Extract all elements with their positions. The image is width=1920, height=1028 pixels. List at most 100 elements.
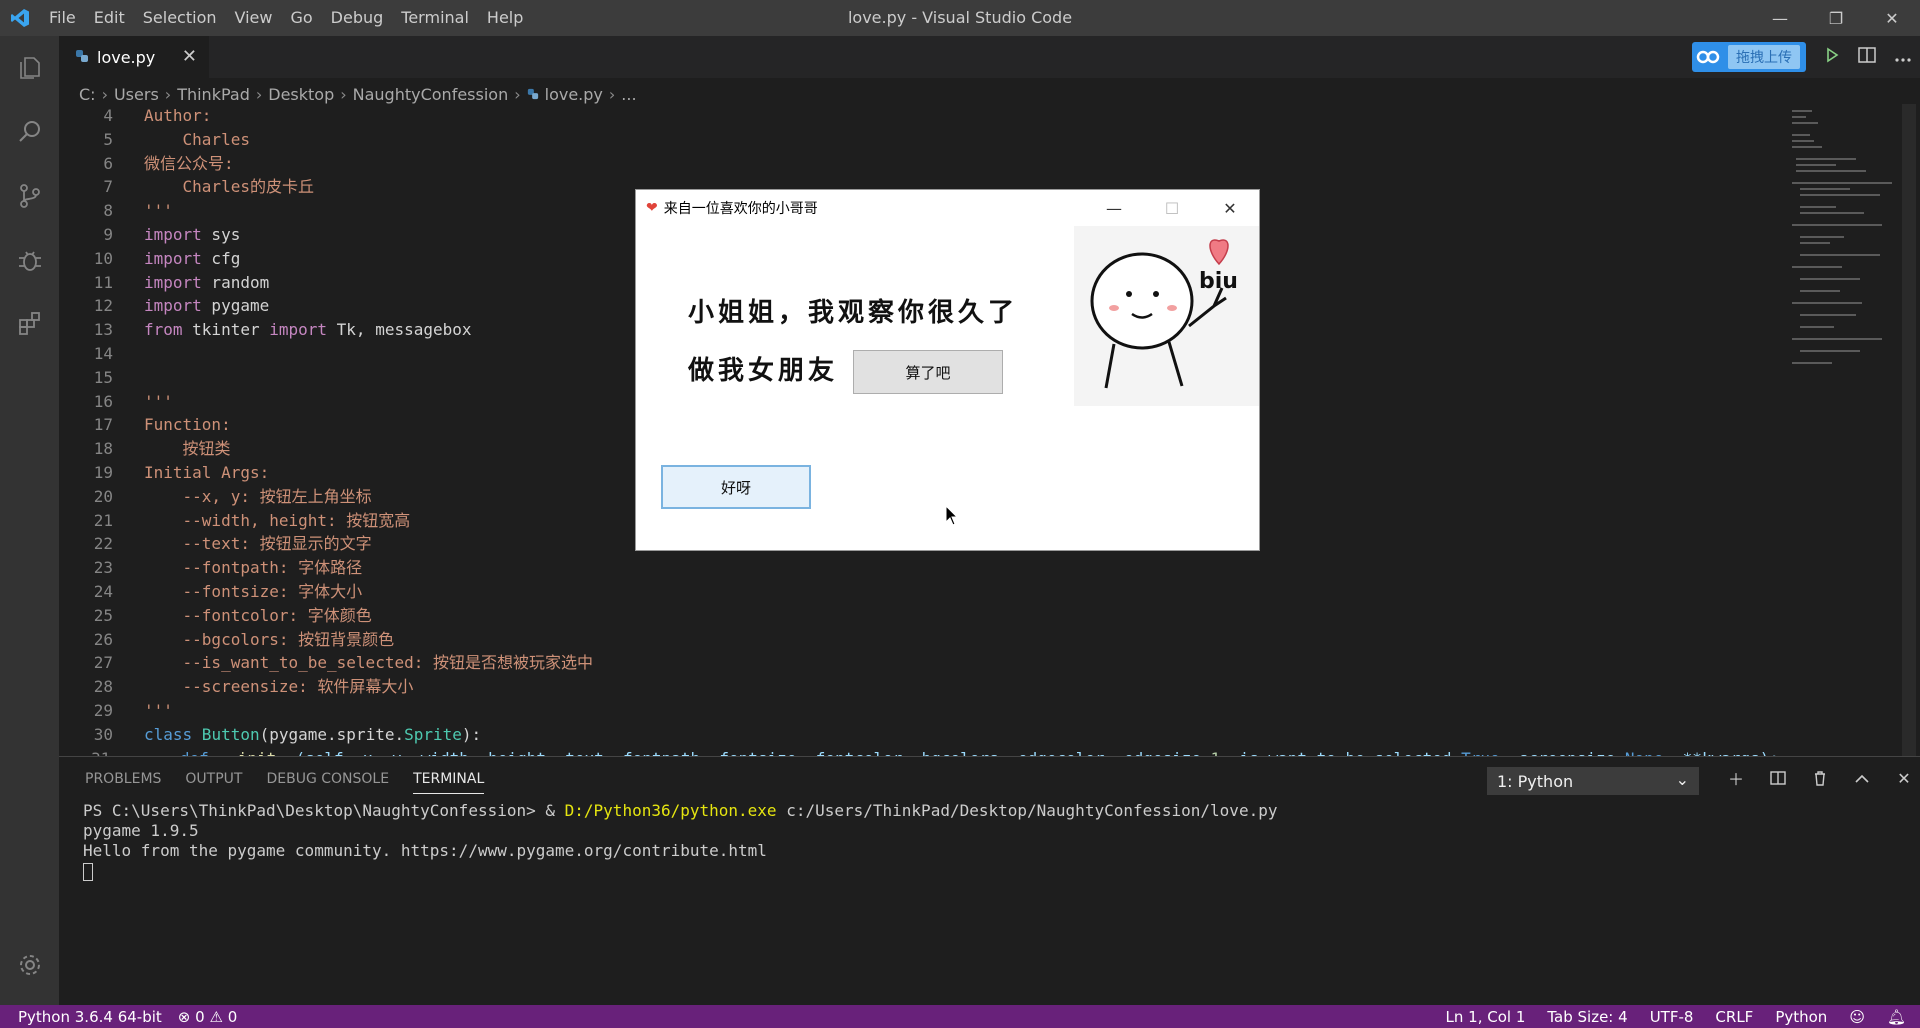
terminal-output[interactable]: PS C:\Users\ThinkPad\Desktop\NaughtyConf… xyxy=(83,801,1277,881)
chevron-right-icon: › xyxy=(101,84,108,104)
breadcrumb-item[interactable]: C: xyxy=(79,85,96,104)
menu-terminal[interactable]: Terminal xyxy=(392,0,478,36)
dialog-controls: — ☐ ✕ xyxy=(1085,190,1259,226)
code-line: 26 --bgcolors: 按钮背景颜色 xyxy=(93,629,395,649)
breadcrumb-item[interactable]: Desktop xyxy=(268,85,334,104)
python-interpreter[interactable]: Python 3.6.4 64-bit xyxy=(18,1008,162,1026)
code-line: 6 微信公众号: xyxy=(103,153,234,173)
menu-selection[interactable]: Selection xyxy=(134,0,226,36)
upload-button[interactable]: 拖拽上传 xyxy=(1692,42,1806,72)
dialog-title-bar: ❤ 来自一位喜欢你的小哥哥 — ☐ ✕ xyxy=(636,190,1259,226)
code-line: 23 --fontpath: 字体路径 xyxy=(93,558,363,578)
warning-icon: ⚠ xyxy=(209,1007,223,1026)
breadcrumb-item[interactable]: NaughtyConfession xyxy=(353,85,509,104)
split-editor-icon[interactable] xyxy=(1858,47,1876,67)
new-terminal-icon[interactable]: ＋ xyxy=(1725,767,1747,789)
dialog-message: 小姐姐，我观察你很久了 xyxy=(688,298,1019,328)
trash-icon[interactable] xyxy=(1809,767,1831,789)
minimize-button[interactable]: — xyxy=(1752,0,1808,36)
confession-dialog: ❤ 来自一位喜欢你的小哥哥 — ☐ ✕ 小姐姐，我观察你很久了 做我女朋友 算了… xyxy=(635,189,1260,551)
cursor-position[interactable]: Ln 1, Col 1 xyxy=(1446,1008,1526,1026)
code-line: 4 Author: xyxy=(103,106,212,125)
upload-label: 拖拽上传 xyxy=(1728,45,1800,69)
notifications-bell-icon[interactable]: 🔔︎ xyxy=(1887,1008,1906,1026)
meme-caption: biu xyxy=(1199,269,1238,294)
encoding[interactable]: UTF-8 xyxy=(1650,1008,1694,1026)
settings-gear-icon[interactable] xyxy=(0,933,59,997)
restore-button[interactable]: ❐ xyxy=(1808,0,1864,36)
tab-close-icon[interactable]: ✕ xyxy=(182,46,197,67)
dialog-title: 来自一位喜欢你的小哥哥 xyxy=(663,201,818,217)
activity-bar xyxy=(0,36,59,1005)
editor-tab-bar: love.py ✕ 拖拽上传 xyxy=(59,36,1920,78)
chevron-right-icon: › xyxy=(514,84,521,104)
breadcrumb-item[interactable]: ThinkPad xyxy=(177,85,250,104)
menu-help[interactable]: Help xyxy=(478,0,532,36)
menu-debug[interactable]: Debug xyxy=(322,0,393,36)
window-controls: — ❐ ✕ xyxy=(1752,0,1920,36)
tab-terminal[interactable]: TERMINAL xyxy=(413,771,485,794)
code-line: 29 ''' xyxy=(93,700,173,720)
menu-view[interactable]: View xyxy=(226,0,282,36)
more-actions-icon[interactable] xyxy=(1894,48,1912,67)
search-icon[interactable] xyxy=(0,100,59,164)
chevron-right-icon: › xyxy=(340,84,347,104)
menu-file[interactable]: File xyxy=(40,0,85,36)
code-line: 31 def __init__(self, x, y, width, heigh… xyxy=(59,747,1779,756)
tab-love-py[interactable]: love.py ✕ xyxy=(59,36,209,78)
problems-indicator[interactable]: ⊗ 0 ⚠ 0 xyxy=(178,1008,237,1026)
dialog-maximize-button[interactable]: ☐ xyxy=(1143,190,1201,226)
end-of-line[interactable]: CRLF xyxy=(1715,1008,1753,1026)
title-bar: File Edit Selection View Go Debug Termin… xyxy=(0,0,1920,36)
panel-actions: ＋ ✕ xyxy=(1725,767,1915,790)
baidu-cloud-icon xyxy=(1696,50,1720,64)
split-terminal-icon[interactable] xyxy=(1767,767,1789,789)
breadcrumb-item[interactable]: love.py xyxy=(545,85,603,104)
biu-meme-image: biu xyxy=(1074,226,1259,406)
tab-problems[interactable]: PROBLEMS xyxy=(85,771,161,794)
breadcrumb-item[interactable]: ... xyxy=(621,85,636,104)
extensions-icon[interactable] xyxy=(0,292,59,356)
code-line: 30 class Button (pygame.sprite. Sprite): xyxy=(93,724,482,744)
code-line: 24 --fontsize: 字体大小 xyxy=(93,581,363,601)
python-file-icon xyxy=(527,85,539,104)
minimap[interactable] xyxy=(1782,104,1902,756)
error-icon: ⊗ xyxy=(177,1007,191,1026)
close-panel-icon[interactable]: ✕ xyxy=(1893,767,1915,789)
code-line: 27 --is_want_to_be_selected: 按钮是否想被玩家选中 xyxy=(93,653,593,673)
mouse-cursor-icon xyxy=(945,504,959,531)
dialog-close-button[interactable]: ✕ xyxy=(1201,190,1259,226)
tab-output[interactable]: OUTPUT xyxy=(185,771,242,794)
vscode-logo-icon xyxy=(0,0,40,36)
terminal-select[interactable]: 1: Python ⌄ xyxy=(1487,767,1699,795)
chevron-right-icon: › xyxy=(255,84,263,104)
run-icon[interactable] xyxy=(1824,47,1840,67)
accept-button[interactable]: 好呀 xyxy=(661,465,811,509)
status-bar: Python 3.6.4 64-bit ⊗ 0 ⚠ 0 Ln 1, Col 1 … xyxy=(0,1005,1920,1028)
source-control-icon[interactable] xyxy=(0,164,59,228)
tab-size[interactable]: Tab Size: 4 xyxy=(1547,1008,1627,1026)
feedback-icon[interactable]: ☺ xyxy=(1849,1008,1865,1026)
breadcrumb-item[interactable]: Users xyxy=(114,85,159,104)
chevron-down-icon: ⌄ xyxy=(1675,770,1689,789)
decline-button[interactable]: 算了吧 xyxy=(853,350,1003,394)
language-mode[interactable]: Python xyxy=(1775,1008,1827,1026)
terminal-cursor xyxy=(83,862,93,881)
chevron-right-icon: › xyxy=(608,84,616,104)
maximize-panel-icon[interactable] xyxy=(1851,767,1873,789)
dialog-minimize-button[interactable]: — xyxy=(1085,190,1143,226)
terminal-select-value: 1: Python xyxy=(1497,771,1574,791)
vertical-scrollbar[interactable] xyxy=(1902,104,1916,756)
close-window-button[interactable]: ✕ xyxy=(1864,0,1920,36)
tab-debug-console[interactable]: DEBUG CONSOLE xyxy=(266,771,389,794)
tab-label: love.py xyxy=(97,47,156,67)
menu-edit[interactable]: Edit xyxy=(85,0,134,36)
menu-bar: File Edit Selection View Go Debug Termin… xyxy=(40,0,532,36)
panel-tabs: PROBLEMS OUTPUT DEBUG CONSOLE TERMINAL xyxy=(85,771,508,794)
code-line: 25 --fontcolor: 字体颜色 xyxy=(93,605,372,625)
code-line: 28 --screensize: 软件屏幕大小 xyxy=(93,677,414,697)
menu-go[interactable]: Go xyxy=(281,0,321,36)
explorer-icon[interactable] xyxy=(0,36,59,100)
debug-icon[interactable] xyxy=(0,228,59,292)
heart-icon: ❤ xyxy=(646,200,658,216)
